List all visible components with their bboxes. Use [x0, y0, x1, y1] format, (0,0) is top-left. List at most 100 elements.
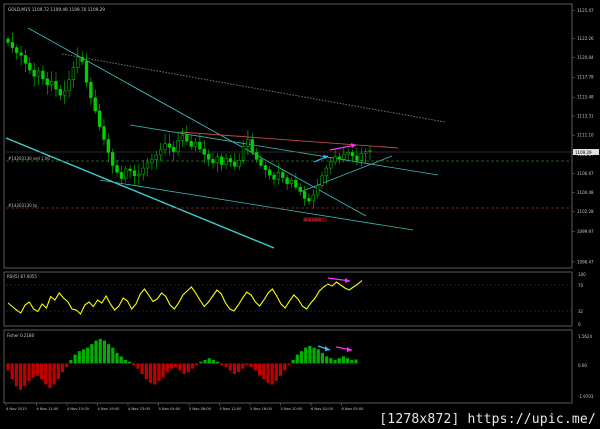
fisher-bar — [186, 363, 190, 373]
fisher-bar — [27, 363, 31, 381]
fisher-bar — [325, 356, 329, 364]
candle-body — [163, 143, 167, 151]
fisher-bar — [346, 358, 350, 364]
fisher-bar — [94, 340, 98, 364]
fisher-bar — [56, 363, 60, 380]
candle-body — [359, 153, 363, 161]
candle-body — [159, 149, 163, 156]
candle-body — [211, 159, 215, 164]
candle-body — [193, 141, 198, 147]
candle-body — [228, 158, 233, 163]
fisher-bar — [52, 363, 56, 385]
arrow-magenta-main-head — [351, 143, 356, 148]
tp-order-label: #14203130 tp — [8, 203, 38, 208]
fisher-bar — [220, 363, 224, 366]
rsi-axis-70: 70 — [578, 283, 584, 288]
candlestick-series — [6, 32, 372, 210]
price-axis-label: 1102.28 — [577, 209, 594, 214]
fisher-bar — [304, 347, 308, 364]
fisher-bar — [199, 361, 203, 364]
fisher-bar — [308, 345, 312, 364]
fisher-bar — [350, 359, 354, 364]
price-axis: 1125.47 1122.26 1120.04 1117.78 1115.48 1113.… — [572, 8, 594, 264]
fisher-bar — [249, 363, 253, 367]
time-axis-label: 5 Nov 12:00 — [220, 407, 243, 411]
candle-body — [329, 161, 333, 169]
fisher-bar — [262, 363, 266, 380]
candle-body — [355, 155, 359, 161]
candle-body — [311, 194, 315, 202]
trendline-descending-1 — [27, 27, 367, 217]
fisher-bar — [157, 363, 161, 381]
candle-body — [19, 52, 23, 56]
trendline-mid — [129, 124, 439, 176]
candle-body — [268, 169, 272, 176]
fisher-bar — [127, 361, 132, 364]
candle-body — [254, 152, 259, 160]
time-axis-label: 4 Nov 2015 — [6, 407, 27, 411]
candle-body — [67, 79, 71, 92]
fisher-bar — [253, 363, 257, 371]
candle-body — [32, 69, 36, 77]
candle-body — [198, 141, 202, 150]
fisher-bar — [98, 338, 102, 364]
time-axis-label: 4 Nov 15:00 — [67, 407, 90, 411]
candle-body — [10, 42, 15, 48]
candle-body — [167, 143, 172, 148]
candle-body — [250, 139, 254, 153]
candle-body — [119, 172, 124, 179]
fisher-bar — [278, 363, 283, 376]
price-axis-label: 1120.04 — [577, 55, 594, 60]
fisher-bar — [10, 363, 14, 380]
candle-body — [106, 139, 110, 153]
candle-body — [89, 82, 93, 99]
rsi-panel-frame — [3, 271, 573, 327]
fisher-bar — [6, 363, 10, 371]
candle-body — [132, 170, 137, 177]
price-axis-label: 1096.47 — [577, 259, 594, 264]
fisher-bar — [257, 363, 262, 376]
candle-body — [172, 147, 176, 152]
fisher-bar — [270, 363, 274, 385]
candle-body — [58, 88, 62, 96]
fisher-title: Fisher 0.2180 — [7, 333, 35, 338]
candle-body — [115, 165, 119, 173]
fisher-axis-max: 1.5624 — [578, 334, 592, 339]
candle-body — [63, 90, 67, 96]
fisher-bar — [190, 363, 195, 369]
candle-body — [185, 134, 189, 142]
fisher-bar — [216, 361, 220, 364]
candle-body — [241, 146, 246, 161]
candle-body — [302, 191, 307, 199]
fisher-bar — [174, 363, 178, 367]
candle-body — [298, 186, 302, 192]
fisher-bar — [77, 351, 81, 364]
candle-body — [237, 160, 241, 167]
fisher-bar — [211, 359, 216, 364]
candle-body — [15, 47, 19, 54]
fisher-bar — [23, 363, 27, 387]
fisher-bar — [337, 358, 341, 364]
trendline-lower-channel — [5, 137, 275, 249]
candle-body — [49, 81, 54, 86]
fisher-bar — [14, 363, 18, 387]
trendline-long-dotted — [61, 53, 446, 123]
time-axis-label: 6 Nov 05:00 — [342, 407, 365, 411]
fisher-bar — [295, 354, 299, 364]
candle-body — [246, 139, 250, 147]
candle-body — [41, 70, 45, 80]
rsi-axis-32: 32 — [578, 309, 584, 314]
fisher-bar — [287, 363, 291, 366]
candle-body — [80, 56, 84, 62]
trendline-rising — [299, 155, 393, 193]
candle-body — [263, 165, 267, 171]
rsi-axis-0: 0 — [578, 322, 581, 327]
price-axis-label: 1113.31 — [577, 113, 594, 118]
trendline-low — [99, 179, 414, 231]
candle-body — [259, 159, 263, 166]
fisher-panel-frame — [3, 329, 573, 404]
candle-body — [233, 161, 237, 167]
candle-body — [289, 179, 294, 184]
candle-body — [224, 158, 228, 165]
fisher-bar — [232, 363, 237, 374]
